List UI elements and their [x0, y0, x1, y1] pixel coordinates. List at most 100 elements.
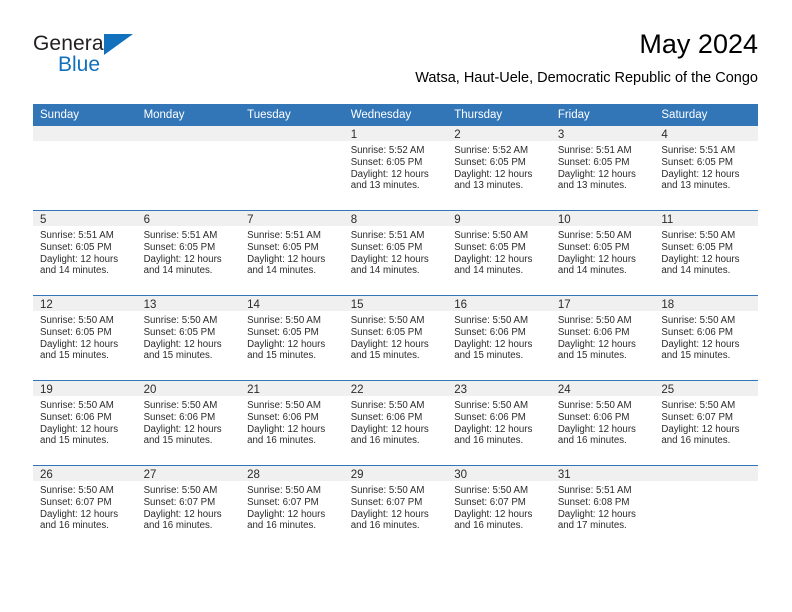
calendar-day-cell[interactable]: 12 Sunrise: 5:50 AM Sunset: 6:05 PM Dayligh…	[33, 295, 137, 381]
calendar-day-cell[interactable]: 27 Sunrise: 5:50 AM Sunset: 6:07 PM Dayligh…	[136, 465, 241, 550]
daylight-text-line1: Daylight: 12 hours	[454, 508, 533, 520]
page-header: General Blue May 2024 Watsa, Haut-Uele, …	[33, 28, 758, 98]
sunset-text: Sunset: 6:05 PM	[350, 326, 423, 338]
sunset-text: Sunset: 6:06 PM	[247, 411, 319, 423]
day-number: 6	[136, 211, 241, 226]
calendar-day-cell[interactable]: 24 Sunrise: 5:50 AM Sunset: 6:06 PM Dayligh…	[550, 380, 655, 466]
day-number: 17	[550, 296, 655, 311]
blue-triangle-icon	[104, 34, 133, 55]
calendar-day-cell[interactable]: 6 Sunrise: 5:51 AM Sunset: 6:05 PM Daylight…	[136, 210, 241, 296]
daylight-text-line2: and 15 minutes.	[143, 350, 213, 362]
day-details: Sunrise: 5:50 AM Sunset: 6:05 PM Daylight:…	[551, 226, 655, 277]
calendar-day-cell[interactable]: 31 Sunrise: 5:51 AM Sunset: 6:08 PM Dayligh…	[550, 465, 655, 550]
day-number: 12	[33, 296, 137, 311]
calendar-day-cell[interactable]: 23 Sunrise: 5:50 AM Sunset: 6:06 PM Dayligh…	[447, 380, 551, 466]
sunrise-text: Sunrise: 5:50 AM	[557, 315, 632, 326]
daylight-text-line2: and 16 minutes.	[661, 435, 731, 447]
day-number: 25	[654, 381, 758, 396]
weekday-header-saturday: Saturday	[654, 104, 758, 126]
general-blue-logo[interactable]: General Blue	[33, 32, 253, 88]
daylight-text-line2: and 14 minutes.	[247, 265, 317, 277]
calendar-day-cell[interactable]: 18 Sunrise: 5:50 AM Sunset: 6:06 PM Dayligh…	[654, 295, 758, 381]
calendar-day-cell[interactable]: 28 Sunrise: 5:50 AM Sunset: 6:07 PM Dayligh…	[240, 465, 344, 550]
day-number: 21	[240, 381, 344, 396]
sunset-text: Sunset: 6:07 PM	[350, 496, 423, 508]
sunrise-text: Sunrise: 5:51 AM	[247, 230, 321, 241]
day-details: Sunrise: 5:51 AM Sunset: 6:05 PM Daylight:…	[240, 226, 344, 277]
calendar-day-cell[interactable]: 7 Sunrise: 5:51 AM Sunset: 6:05 PM Daylight…	[240, 210, 344, 296]
calendar-day-cell[interactable]: 9 Sunrise: 5:50 AM Sunset: 6:05 PM Daylight…	[447, 210, 551, 296]
daylight-text-line1: Daylight: 12 hours	[557, 168, 636, 180]
sunset-text: Sunset: 6:05 PM	[40, 241, 112, 253]
calendar-day-cell[interactable]: 10 Sunrise: 5:50 AM Sunset: 6:05 PM Dayligh…	[550, 210, 655, 296]
day-details: Sunrise: 5:50 AM Sunset: 6:05 PM Daylight:…	[654, 226, 758, 277]
calendar-day-cell[interactable]: 13 Sunrise: 5:50 AM Sunset: 6:05 PM Dayligh…	[136, 295, 241, 381]
sunset-text: Sunset: 6:06 PM	[454, 326, 526, 338]
daylight-text-line2: and 16 minutes.	[350, 435, 420, 447]
daylight-text-line2: and 16 minutes.	[247, 435, 317, 447]
day-details: Sunrise: 5:52 AM Sunset: 6:05 PM Daylight:…	[447, 141, 551, 192]
sunrise-text: Sunrise: 5:50 AM	[143, 485, 218, 496]
calendar-day-cell[interactable]: 21 Sunrise: 5:50 AM Sunset: 6:06 PM Dayligh…	[240, 380, 344, 466]
daylight-text-line1: Daylight: 12 hours	[143, 508, 222, 520]
sunrise-text: Sunrise: 5:50 AM	[143, 400, 218, 411]
sunrise-text: Sunrise: 5:50 AM	[661, 315, 736, 326]
daylight-text-line2: and 15 minutes.	[454, 350, 524, 362]
day-details: Sunrise: 5:50 AM Sunset: 6:07 PM Daylight:…	[447, 481, 551, 532]
sunrise-text: Sunrise: 5:50 AM	[454, 485, 529, 496]
day-number: 4	[654, 126, 758, 141]
sunset-text: Sunset: 6:05 PM	[350, 156, 423, 168]
calendar-day-cell[interactable]: 20 Sunrise: 5:50 AM Sunset: 6:06 PM Dayligh…	[136, 380, 241, 466]
day-number: 30	[447, 466, 551, 481]
daylight-text-line1: Daylight: 12 hours	[557, 423, 636, 435]
daylight-text-line2: and 14 minutes.	[557, 265, 627, 277]
day-number: 3	[550, 126, 655, 141]
calendar-day-cell[interactable]: 4 Sunrise: 5:51 AM Sunset: 6:05 PM Daylight…	[654, 126, 758, 211]
daylight-text-line1: Daylight: 12 hours	[661, 423, 740, 435]
sunrise-text: Sunrise: 5:50 AM	[40, 485, 114, 496]
calendar-day-cell[interactable]: 14 Sunrise: 5:50 AM Sunset: 6:05 PM Dayligh…	[240, 295, 344, 381]
calendar-day-cell[interactable]: 16 Sunrise: 5:50 AM Sunset: 6:06 PM Dayligh…	[447, 295, 551, 381]
sunset-text: Sunset: 6:05 PM	[247, 241, 319, 253]
calendar-day-cell[interactable]: 1 Sunrise: 5:52 AM Sunset: 6:05 PM Daylight…	[343, 126, 448, 211]
calendar-day-cell[interactable]: 2 Sunrise: 5:52 AM Sunset: 6:05 PM Daylight…	[447, 126, 551, 211]
calendar-day-cell[interactable]: 15 Sunrise: 5:50 AM Sunset: 6:05 PM Dayligh…	[343, 295, 448, 381]
daylight-text-line1: Daylight: 12 hours	[247, 423, 326, 435]
calendar-day-cell[interactable]: 22 Sunrise: 5:50 AM Sunset: 6:06 PM Dayligh…	[343, 380, 448, 466]
day-number	[654, 466, 758, 481]
sunrise-text: Sunrise: 5:50 AM	[454, 230, 529, 241]
sunrise-text: Sunrise: 5:50 AM	[350, 485, 425, 496]
day-number: 29	[343, 466, 448, 481]
calendar-day-cell[interactable]: 29 Sunrise: 5:50 AM Sunset: 6:07 PM Dayligh…	[343, 465, 448, 550]
daylight-text-line1: Daylight: 12 hours	[40, 253, 119, 265]
daylight-text-line2: and 15 minutes.	[247, 350, 317, 362]
weekday-header-wednesday: Wednesday	[343, 104, 448, 126]
daylight-text-line1: Daylight: 12 hours	[661, 253, 740, 265]
daylight-text-line2: and 15 minutes.	[661, 350, 731, 362]
day-number: 7	[240, 211, 344, 226]
day-details: Sunrise: 5:51 AM Sunset: 6:05 PM Daylight:…	[551, 141, 655, 192]
calendar-day-cell[interactable]: 3 Sunrise: 5:51 AM Sunset: 6:05 PM Daylight…	[550, 126, 655, 211]
calendar-day-cell[interactable]: 11 Sunrise: 5:50 AM Sunset: 6:05 PM Dayligh…	[654, 210, 758, 296]
sunset-text: Sunset: 6:05 PM	[143, 241, 216, 253]
calendar-day-cell[interactable]: 26 Sunrise: 5:50 AM Sunset: 6:07 PM Dayligh…	[33, 465, 137, 550]
day-number: 15	[343, 296, 448, 311]
day-number	[240, 126, 344, 141]
day-details: Sunrise: 5:50 AM Sunset: 6:06 PM Daylight:…	[551, 396, 655, 447]
sunrise-text: Sunrise: 5:51 AM	[40, 230, 114, 241]
calendar-day-cell[interactable]: 19 Sunrise: 5:50 AM Sunset: 6:06 PM Dayligh…	[33, 380, 137, 466]
calendar-day-cell[interactable]: 8 Sunrise: 5:51 AM Sunset: 6:05 PM Daylight…	[343, 210, 448, 296]
calendar-day-cell[interactable]: 25 Sunrise: 5:50 AM Sunset: 6:07 PM Dayligh…	[654, 380, 758, 466]
calendar-day-cell[interactable]: 5 Sunrise: 5:51 AM Sunset: 6:05 PM Daylight…	[33, 210, 137, 296]
sunset-text: Sunset: 6:07 PM	[40, 496, 112, 508]
day-details: Sunrise: 5:51 AM Sunset: 6:05 PM Daylight:…	[654, 141, 758, 192]
calendar-day-cell[interactable]: 30 Sunrise: 5:50 AM Sunset: 6:07 PM Dayligh…	[447, 465, 551, 550]
daylight-text-line1: Daylight: 12 hours	[350, 423, 429, 435]
day-number: 8	[343, 211, 448, 226]
daylight-text-line2: and 14 minutes.	[40, 265, 109, 277]
daylight-text-line1: Daylight: 12 hours	[350, 168, 429, 180]
calendar-day-cell[interactable]: 17 Sunrise: 5:50 AM Sunset: 6:06 PM Dayligh…	[550, 295, 655, 381]
daylight-text-line2: and 16 minutes.	[557, 435, 627, 447]
day-details: Sunrise: 5:50 AM Sunset: 6:06 PM Daylight:…	[344, 396, 448, 447]
daylight-text-line2: and 16 minutes.	[40, 520, 109, 532]
